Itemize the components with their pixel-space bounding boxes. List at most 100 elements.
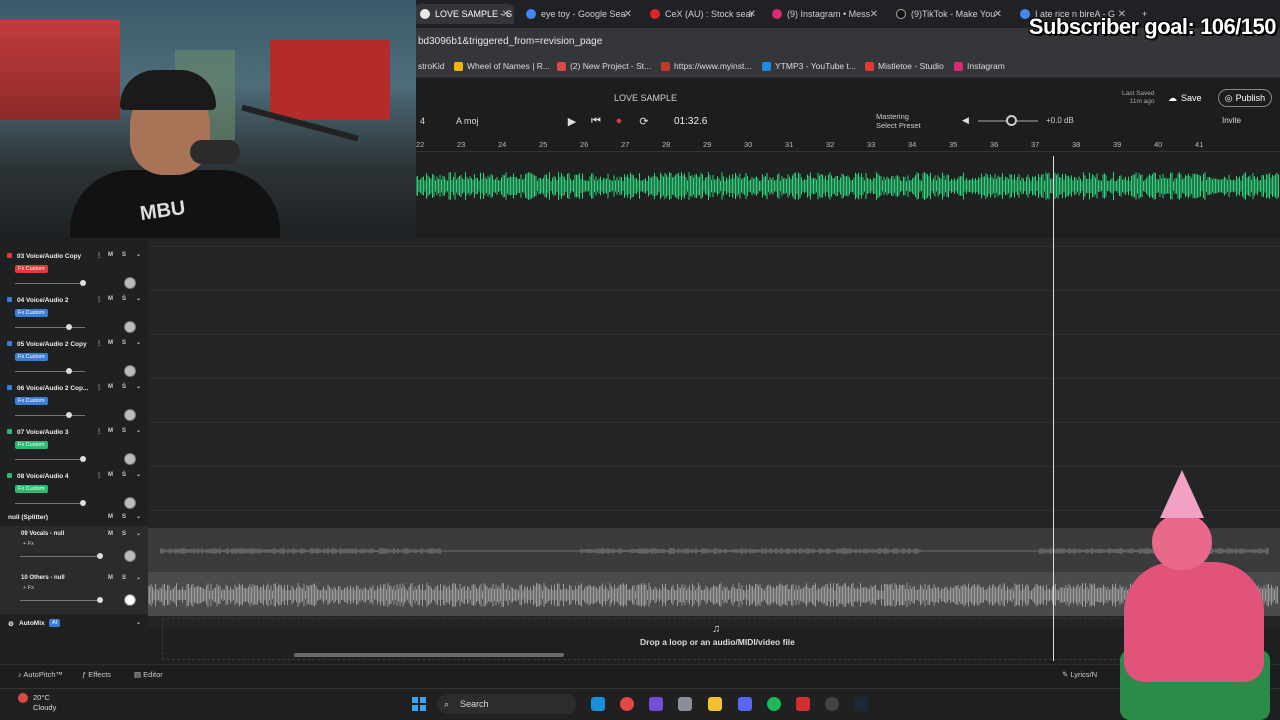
- pan-knob[interactable]: [124, 365, 136, 377]
- chevron-down-icon[interactable]: ⌄: [136, 295, 141, 302]
- volume-slider[interactable]: [20, 600, 102, 601]
- fx-badge[interactable]: Fx Custom: [15, 397, 48, 405]
- volume-slider[interactable]: [15, 327, 85, 328]
- volume-knob[interactable]: [79, 500, 86, 506]
- tab-google[interactable]: eye toy - Google Sea ✕: [520, 4, 636, 24]
- horizontal-scrollbar[interactable]: [294, 653, 564, 657]
- track-name[interactable]: 06 Voice/Audio 2 Cop...: [17, 385, 88, 392]
- track-6[interactable]: 06 Voice/Audio 2 Cop... Fx Custom ⋮ M S ⌄: [0, 379, 148, 423]
- more-icon[interactable]: ⋮: [96, 428, 102, 435]
- volume-knob[interactable]: [79, 280, 86, 286]
- track-name[interactable]: 04 Voice/Audio 2: [17, 297, 69, 304]
- app-red-icon[interactable]: [796, 697, 810, 711]
- tab-love-sample[interactable]: LOVE SAMPLE - S ✕: [414, 4, 514, 24]
- volume-knob[interactable]: [65, 324, 72, 330]
- mute-button[interactable]: M: [108, 575, 113, 581]
- settings-icon[interactable]: [678, 697, 692, 711]
- close-icon[interactable]: ✕: [624, 9, 632, 20]
- green-waveform[interactable]: [416, 170, 1280, 202]
- loop-button[interactable]: ⟳: [636, 113, 652, 129]
- chevron-down-icon[interactable]: ⌄: [136, 574, 141, 581]
- master-volume-knob[interactable]: [1006, 115, 1017, 126]
- volume-knob[interactable]: [65, 412, 72, 418]
- vocals-waveform[interactable]: [160, 540, 1270, 562]
- chevron-down-icon[interactable]: ⌄: [136, 619, 141, 626]
- close-icon[interactable]: ✕: [994, 9, 1002, 20]
- lyrics-button[interactable]: ✎ Lyrics/N: [1062, 670, 1097, 679]
- publish-button[interactable]: ◎ Publish: [1218, 89, 1272, 107]
- volume-slider[interactable]: [15, 371, 85, 372]
- volume-slider[interactable]: [15, 283, 85, 284]
- track-name[interactable]: 05 Voice/Audio 2 Copy: [17, 341, 87, 348]
- fx-badge[interactable]: Fx Custom: [15, 309, 48, 317]
- pan-knob[interactable]: [124, 497, 136, 509]
- copilot-icon[interactable]: [649, 697, 663, 711]
- splitter-header[interactable]: null (Splitter) M S ⌄: [0, 510, 148, 524]
- rewind-button[interactable]: ⏮: [588, 113, 604, 129]
- save-button[interactable]: ☁ Save: [1168, 90, 1202, 106]
- explorer-icon[interactable]: [708, 697, 722, 711]
- weather-widget[interactable]: 20°C Cloudy: [33, 693, 56, 713]
- spotify-icon[interactable]: [767, 697, 781, 711]
- bookmark-item[interactable]: Mistletoe - Studio: [865, 61, 944, 71]
- pan-knob[interactable]: [124, 409, 136, 421]
- track-09-vocals[interactable]: 09 Vocals - null + Fx M S ⌄: [0, 526, 148, 570]
- effects-button[interactable]: ƒ Effects: [82, 670, 111, 679]
- tab-instagram[interactable]: (9) Instagram • Mess ✕: [766, 4, 882, 24]
- chevron-down-icon[interactable]: ⌄: [136, 251, 141, 258]
- more-icon[interactable]: ⋮: [96, 384, 102, 391]
- editor-button[interactable]: ▤ Editor: [134, 670, 163, 679]
- mute-button[interactable]: M: [108, 514, 113, 520]
- tool-select[interactable]: A moj: [456, 116, 479, 126]
- mute-button[interactable]: M: [108, 384, 113, 390]
- pan-knob[interactable]: [124, 550, 136, 562]
- track-name[interactable]: 08 Voice/Audio 4: [17, 473, 69, 480]
- more-icon[interactable]: ⋮: [96, 340, 102, 347]
- url-text[interactable]: bd3096b1&triggered_from=revision_page: [418, 36, 602, 47]
- steam-icon[interactable]: [854, 697, 868, 711]
- track-name[interactable]: 07 Voice/Audio 3: [17, 429, 69, 436]
- windows-start-icon[interactable]: [412, 697, 426, 711]
- more-icon[interactable]: ⋮: [96, 296, 102, 303]
- solo-button[interactable]: S: [122, 296, 126, 302]
- volume-slider[interactable]: [15, 503, 85, 504]
- chevron-down-icon[interactable]: ⌄: [136, 513, 141, 520]
- tab-tiktok[interactable]: (9)TikTok - Make You ✕: [890, 4, 1006, 24]
- tab-cex[interactable]: CeX (AU) : Stock sear ✕: [644, 4, 760, 24]
- solo-button[interactable]: S: [122, 252, 126, 258]
- speaker-icon[interactable]: ◀: [962, 115, 969, 126]
- mute-button[interactable]: M: [108, 296, 113, 302]
- track-7[interactable]: 07 Voice/Audio 3 Fx Custom ⋮ M S ⌄: [0, 423, 148, 467]
- track-3[interactable]: 03 Voice/Audio Copy Fx Custom ⋮ M S ⌄: [0, 247, 148, 291]
- track-name[interactable]: 03 Voice/Audio Copy: [17, 253, 81, 260]
- close-icon[interactable]: ✕: [502, 9, 510, 20]
- track-4[interactable]: 04 Voice/Audio 2 Fx Custom ⋮ M S ⌄: [0, 291, 148, 335]
- chrome-icon[interactable]: [620, 697, 634, 711]
- track-8[interactable]: 08 Voice/Audio 4 Fx Custom ⋮ M S ⌄: [0, 467, 148, 511]
- fx-badge[interactable]: Fx Custom: [15, 353, 48, 361]
- playhead[interactable]: [1053, 156, 1054, 661]
- chevron-down-icon[interactable]: ⌄: [136, 471, 141, 478]
- volume-knob[interactable]: [79, 456, 86, 462]
- close-icon[interactable]: ✕: [870, 9, 878, 20]
- close-icon[interactable]: ✕: [748, 9, 756, 20]
- solo-button[interactable]: S: [122, 472, 126, 478]
- fx-badge[interactable]: Fx Custom: [15, 441, 48, 449]
- others-waveform[interactable]: [148, 578, 1278, 612]
- mute-button[interactable]: M: [108, 252, 113, 258]
- obs-icon[interactable]: [825, 697, 839, 711]
- autopitch-button[interactable]: ♪ AutoPitch™: [18, 670, 63, 679]
- bookmark-item[interactable]: https://www.myinst...: [661, 61, 751, 71]
- invite-button[interactable]: Invite: [1222, 116, 1241, 125]
- track-10-others[interactable]: 10 Others - null + Fx M S ⌄: [0, 570, 148, 614]
- solo-button[interactable]: S: [122, 531, 126, 537]
- volume-knob[interactable]: [65, 368, 72, 374]
- edge-icon[interactable]: [591, 697, 605, 711]
- fx-badge[interactable]: Fx Custom: [15, 265, 48, 273]
- pan-knob[interactable]: [124, 277, 136, 289]
- fx-badge[interactable]: Fx Custom: [15, 485, 48, 493]
- project-title[interactable]: LOVE SAMPLE: [614, 93, 677, 103]
- bookmark-item[interactable]: stroKid: [418, 61, 444, 71]
- play-button[interactable]: ▶: [564, 113, 580, 129]
- add-fx-button[interactable]: + Fx: [20, 540, 37, 548]
